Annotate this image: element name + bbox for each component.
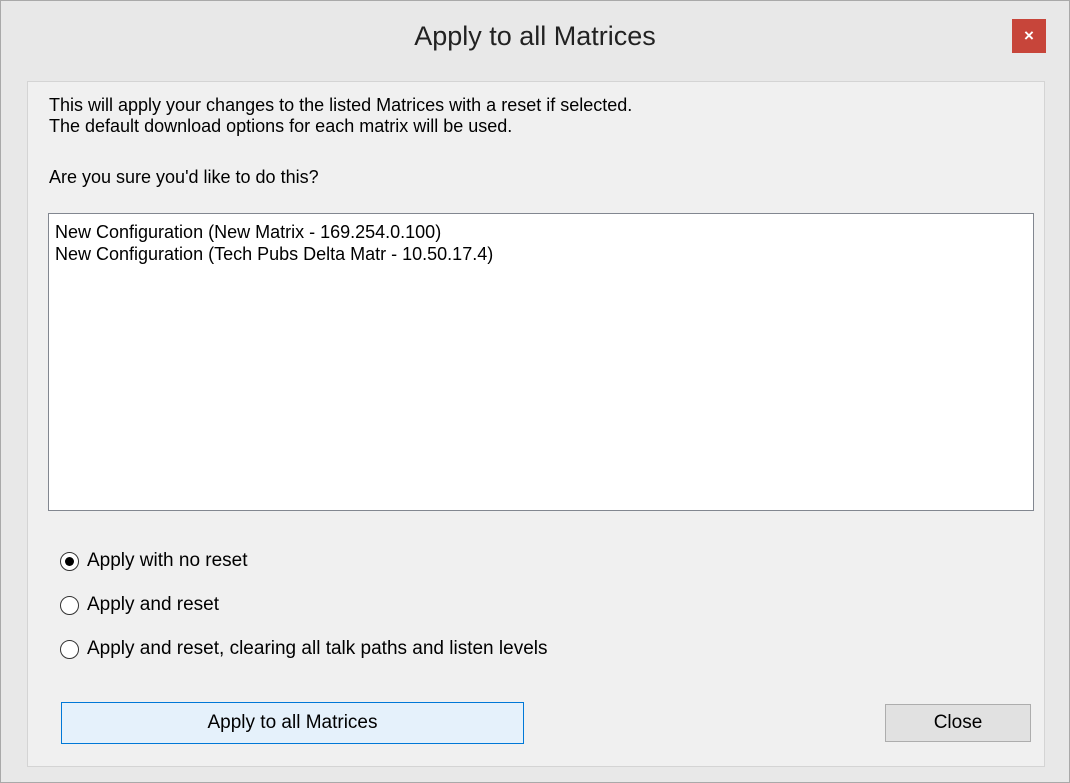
list-item[interactable]: New Configuration (New Matrix - 169.254.… xyxy=(55,222,441,243)
radio-button-selected[interactable] xyxy=(60,551,79,571)
close-icon[interactable]: × xyxy=(1012,19,1046,53)
radio-apply-no-reset[interactable]: Apply with no reset xyxy=(60,549,248,573)
radio-button[interactable] xyxy=(60,639,79,659)
confirm-question: Are you sure you'd like to do this? xyxy=(49,167,319,187)
radio-label: Apply with no reset xyxy=(87,550,248,571)
close-button[interactable]: Close xyxy=(885,704,1031,742)
radio-label: Apply and reset, clearing all talk paths… xyxy=(87,638,548,659)
dialog-title: Apply to all Matrices xyxy=(414,21,656,51)
matrices-listbox[interactable]: New Configuration (New Matrix - 169.254.… xyxy=(48,213,1034,511)
title-bar[interactable]: Apply to all Matrices × xyxy=(1,1,1069,81)
radio-button[interactable] xyxy=(60,595,79,615)
info-text-line-1: This will apply your changes to the list… xyxy=(49,95,633,115)
info-text-line-2: The default download options for each ma… xyxy=(49,116,513,136)
radio-dot xyxy=(65,556,74,566)
radio-apply-reset-clear[interactable]: Apply and reset, clearing all talk paths… xyxy=(60,637,547,661)
radio-label: Apply and reset xyxy=(87,594,220,615)
radio-apply-and-reset[interactable]: Apply and reset xyxy=(60,593,219,617)
list-item[interactable]: New Configuration (Tech Pubs Delta Matr … xyxy=(55,244,493,265)
dialog-content: This will apply your changes to the list… xyxy=(27,81,1045,767)
apply-to-all-button[interactable]: Apply to all Matrices xyxy=(61,702,524,744)
dialog-window: Apply to all Matrices × This will apply … xyxy=(0,0,1070,783)
